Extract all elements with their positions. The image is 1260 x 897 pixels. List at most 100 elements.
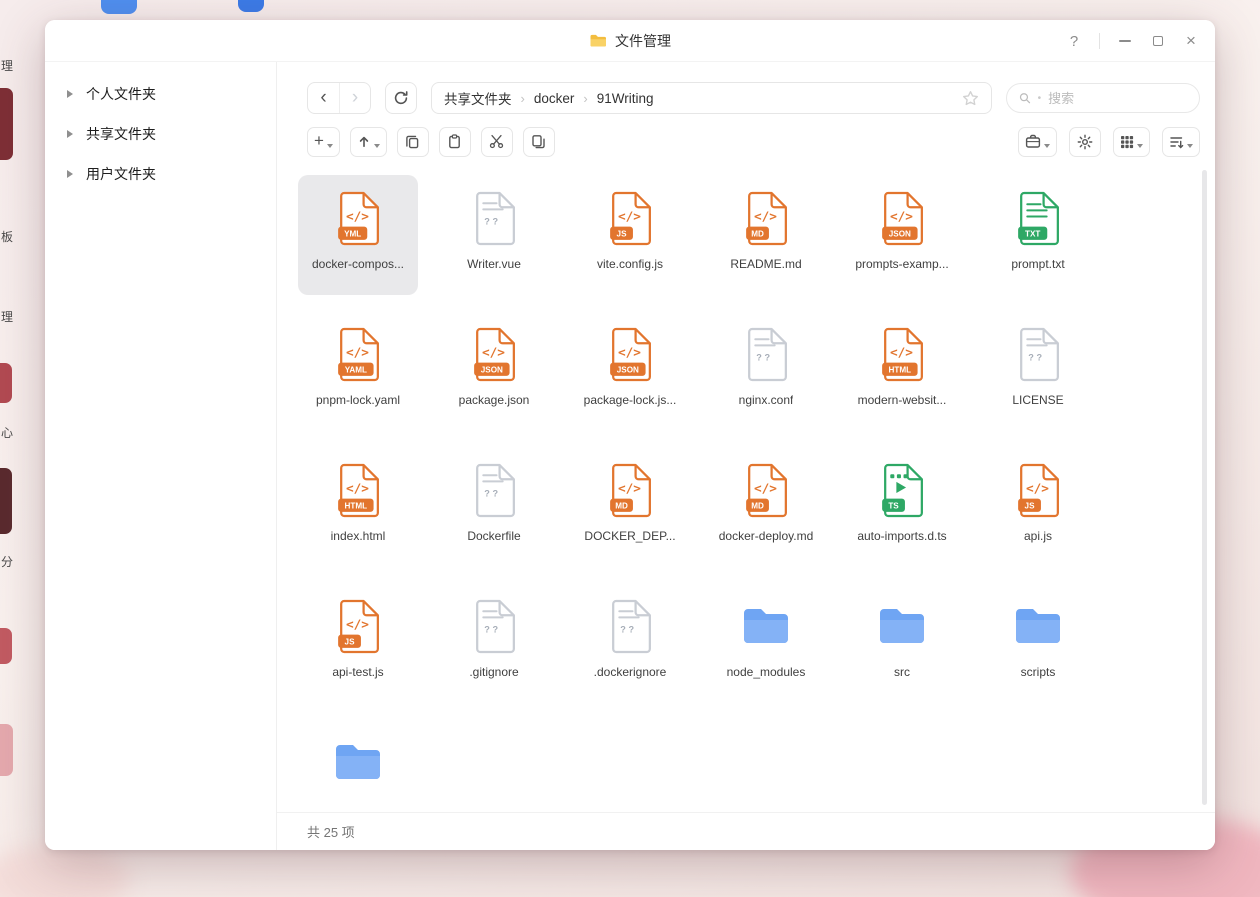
back-button[interactable]: ‹ [308,83,339,113]
file-label: prompt.txt [1011,257,1065,271]
svg-text:</>: </> [481,345,504,360]
file-item[interactable]: </> HTML index.html [298,447,418,567]
view-mode-button[interactable] [1113,126,1150,157]
file-item[interactable]: ? ? Dockerfile [434,447,554,567]
file-item[interactable]: ? ? nginx.conf [706,311,826,431]
desktop-icon-fragment[interactable] [101,0,137,14]
code-file-icon: </> JS [1016,460,1061,520]
sidebar-item[interactable]: 共享文件夹 [45,114,276,154]
cut-button[interactable] [480,126,513,157]
new-item-button[interactable]: + [307,126,340,157]
sidebar-item[interactable]: 用户文件夹 [45,154,276,194]
svg-text:? ?: ? ? [1028,352,1042,362]
minimize-button[interactable] [1117,33,1133,49]
folder-icon [740,596,792,656]
svg-text:? ?: ? ? [620,624,634,634]
file-item[interactable]: </> JSON prompts-examp... [842,175,962,295]
favorite-star-button[interactable] [962,90,979,107]
file-item-folder[interactable] [298,719,418,805]
svg-text:</>: </> [617,209,640,224]
settings-button[interactable] [1069,126,1101,157]
file-item[interactable]: </> MD docker-deploy.md [706,447,826,567]
file-item[interactable]: ? ? Writer.vue [434,175,554,295]
scissors-icon [490,134,504,149]
file-item[interactable]: </> JS api.js [978,447,1098,567]
search-icon [1019,93,1031,104]
file-item[interactable]: ? ? .dockerignore [570,583,690,703]
file-item[interactable]: </> JSON package.json [434,311,554,431]
file-item[interactable]: </> MD README.md [706,175,826,295]
file-label: Writer.vue [467,257,521,271]
file-item[interactable]: TXT prompt.txt [978,175,1098,295]
clipboard-icon [449,134,461,149]
breadcrumb-segment[interactable]: docker [534,91,575,106]
svg-text:? ?: ? ? [484,488,498,498]
svg-text:JS: JS [344,637,355,646]
svg-text:? ?: ? ? [484,216,498,226]
svg-text:? ?: ? ? [484,624,498,634]
desktop-icon-fragment[interactable] [0,628,12,664]
sidebar-item[interactable]: 个人文件夹 [45,74,276,114]
file-item-folder[interactable]: node_modules [706,583,826,703]
svg-text:? ?: ? ? [756,352,770,362]
file-label: node_modules [726,665,806,679]
svg-text:</>: </> [617,481,640,496]
file-item[interactable]: </> YML docker-compos... [298,175,418,295]
svg-text:</>: </> [345,481,368,496]
forward-button[interactable]: › [339,83,370,113]
file-item[interactable]: TS auto-imports.d.ts [842,447,962,567]
view-tools-group [1018,126,1200,157]
desktop-icon-fragment[interactable] [0,88,13,160]
file-item-folder[interactable]: scripts [978,583,1098,703]
copy-button[interactable] [396,126,429,157]
generic-file-icon: ? ? [1016,324,1061,384]
minimize-icon [1119,40,1131,42]
file-item[interactable]: </> JS api-test.js [298,583,418,703]
close-button[interactable]: × [1183,31,1199,50]
svg-text:HTML: HTML [344,501,367,510]
statusbar: 共 25 项 [277,812,1215,850]
file-label: prompts-examp... [855,257,949,271]
desktop-edge-label: 心 [1,426,14,440]
navigation-toolbar: ‹ › 共享文件夹 › docker › 91Writing • [307,82,1200,114]
file-item-folder[interactable]: src [842,583,962,703]
svg-text:</>: </> [345,345,368,360]
file-label: LICENSE [1012,393,1064,407]
file-item[interactable]: ? ? .gitignore [434,583,554,703]
desktop-icon-fragment[interactable] [0,468,12,534]
vertical-scrollbar[interactable] [1202,170,1207,805]
history-nav-group: ‹ › [307,82,371,114]
code-file-icon: </> JSON [880,188,925,248]
file-item[interactable]: </> YAML pnpm-lock.yaml [298,311,418,431]
desktop-icon-fragment[interactable] [0,363,12,403]
search-input[interactable] [1048,90,1187,106]
breadcrumb-segment[interactable]: 共享文件夹 [444,88,512,108]
paste-button[interactable] [438,126,471,157]
breadcrumb-segment[interactable]: 91Writing [597,91,654,106]
svg-text:JS: JS [1024,501,1035,510]
main-panel: ‹ › 共享文件夹 › docker › 91Writing • 搜索 + </… [277,62,1215,850]
file-label: .dockerignore [593,665,667,679]
maximize-button[interactable] [1150,33,1166,49]
file-item[interactable]: </> HTML modern-websit... [842,311,962,431]
expander-triangle-icon [67,90,73,98]
code-file-icon: </> YAML [336,324,381,384]
file-item[interactable]: </> JSON package-lock.js... [570,311,690,431]
refresh-button[interactable] [385,82,417,114]
desktop-icon-fragment[interactable] [0,724,13,776]
task-manager-button[interactable] [1018,126,1057,157]
help-button[interactable]: ? [1066,33,1082,50]
svg-text:</>: </> [889,209,912,224]
chevron-down-icon [1187,144,1193,148]
folder-icon [1012,596,1064,656]
duplicate-button[interactable] [522,126,555,157]
file-item[interactable]: </> MD DOCKER_DEP... [570,447,690,567]
upload-button[interactable] [349,126,387,157]
expander-triangle-icon [67,130,73,138]
file-label: api-test.js [332,665,384,679]
file-item[interactable]: </> JS vite.config.js [570,175,690,295]
desktop-icon-fragment[interactable] [238,0,264,12]
svg-text:</>: </> [889,345,912,360]
file-item[interactable]: ? ? LICENSE [978,311,1098,431]
sort-button[interactable] [1162,126,1200,157]
